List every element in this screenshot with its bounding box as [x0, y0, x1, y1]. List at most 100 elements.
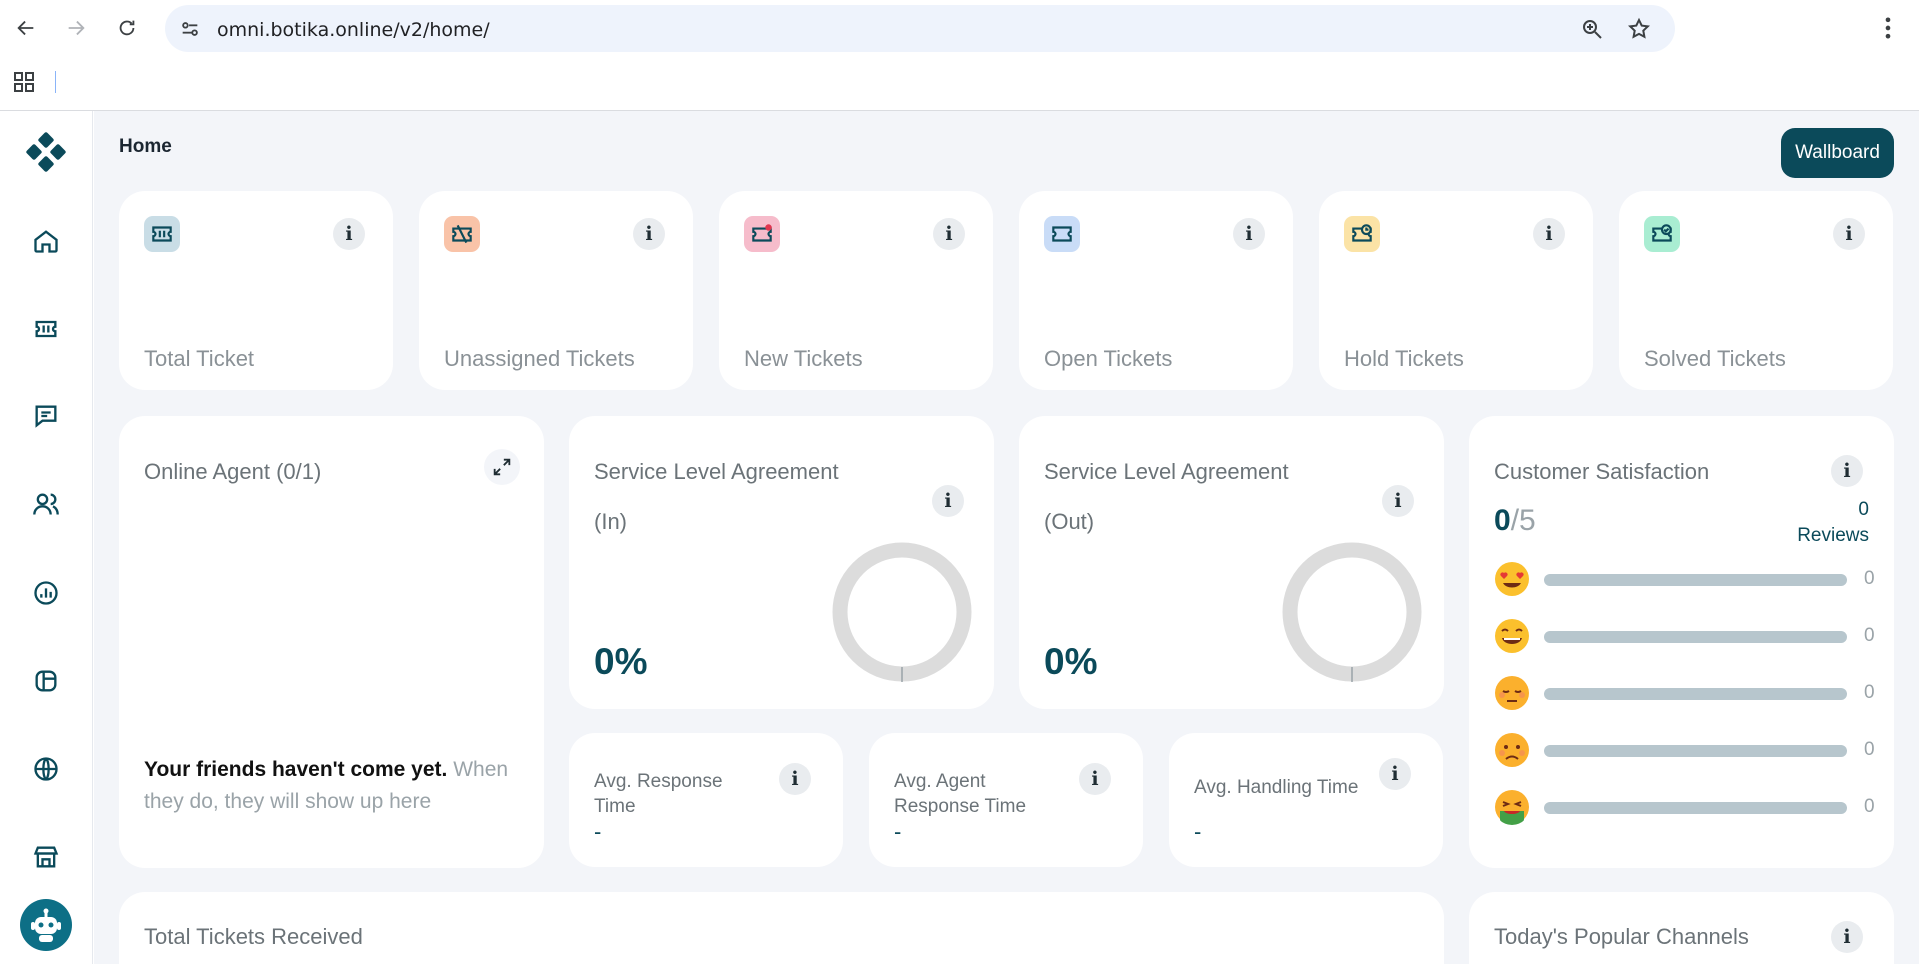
- csat-count: 0: [1864, 739, 1875, 760]
- stat-card-solved: i Solved Tickets 0: [1619, 191, 1893, 444]
- forward-icon[interactable]: [60, 12, 92, 44]
- back-icon[interactable]: [10, 12, 42, 44]
- total-tickets-received-card: Total Tickets Received: [119, 892, 1444, 964]
- apps-grid-icon[interactable]: [12, 70, 36, 94]
- sidebar-item-store[interactable]: [28, 839, 64, 875]
- csat-score-value: 0: [1494, 504, 1511, 537]
- info-icon[interactable]: i: [633, 218, 665, 250]
- sla-out-value: 0%: [1044, 641, 1098, 682]
- csat-count: 0: [1864, 796, 1875, 817]
- csat-title: Customer Satisfaction: [1494, 459, 1710, 484]
- botika-logo[interactable]: [25, 131, 67, 173]
- wallboard-button[interactable]: Wallboard: [1781, 128, 1894, 178]
- users-icon: [33, 493, 59, 515]
- csat-reviews: 0 Reviews: [1769, 497, 1869, 549]
- info-icon[interactable]: i: [1079, 763, 1111, 795]
- browser-toolbar: omni.botika.online/v2/home/: [0, 0, 1919, 56]
- bookmarks-bar: [0, 56, 1919, 111]
- sad-emoji-icon: [1495, 733, 1529, 767]
- ticket-icon: [144, 216, 180, 252]
- info-icon[interactable]: i: [1833, 218, 1865, 250]
- stat-label: Solved Tickets: [1644, 346, 1786, 371]
- stat-label: Open Tickets: [1044, 346, 1173, 371]
- sidebar-item-chat[interactable]: [28, 398, 64, 434]
- info-icon[interactable]: i: [779, 763, 811, 795]
- popular-channels-card: Today's Popular Channels i: [1469, 892, 1894, 964]
- zoom-icon[interactable]: [1580, 17, 1604, 41]
- browser-menu-icon[interactable]: [1874, 14, 1902, 42]
- globe-icon: [34, 757, 58, 781]
- csat-row: 0: [1494, 675, 1875, 715]
- new-ticket-icon: [744, 216, 780, 252]
- sidebar-item-home[interactable]: [28, 223, 64, 259]
- sla-out-subtitle: (Out): [1044, 509, 1095, 534]
- csat-row: 0: [1494, 732, 1875, 772]
- empty-message-bold: Your friends haven't come yet.: [144, 758, 448, 781]
- total-tickets-received-title: Total Tickets Received: [144, 924, 363, 949]
- metric-card-response-time: Avg. Response Time i -: [569, 733, 843, 867]
- info-icon[interactable]: i: [1533, 218, 1565, 250]
- online-agent-title: Online Agent (0/1): [144, 459, 322, 484]
- sla-in-title: Service Level Agreement: [594, 459, 839, 484]
- main-content: Home Wallboard i Total Ticket 0 i Unassi…: [94, 111, 1919, 964]
- stat-card-hold: i Hold Tickets 0: [1319, 191, 1593, 444]
- solved-ticket-icon: [1644, 216, 1680, 252]
- csat-count: 0: [1864, 682, 1875, 703]
- sidebar-item-contacts[interactable]: [28, 486, 64, 522]
- info-icon[interactable]: i: [1382, 485, 1414, 517]
- grinning-emoji-icon: [1495, 619, 1529, 653]
- csat-reviews-count: 0: [1858, 499, 1869, 520]
- sla-out-donut: [1282, 542, 1422, 682]
- stat-label: Unassigned Tickets: [444, 346, 635, 371]
- bookmark-star-icon[interactable]: [1627, 17, 1651, 41]
- sla-in-donut: [832, 542, 972, 682]
- unassigned-ticket-icon: [444, 216, 480, 252]
- stat-label: New Tickets: [744, 346, 863, 371]
- info-icon[interactable]: i: [932, 485, 964, 517]
- stat-card-unassigned: i Unassigned Tickets 0: [419, 191, 693, 444]
- popular-channels-title: Today's Popular Channels: [1494, 924, 1749, 949]
- stat-label: Total Ticket: [144, 346, 255, 371]
- site-settings-icon[interactable]: [179, 18, 201, 40]
- info-icon[interactable]: i: [933, 218, 965, 250]
- bot-avatar[interactable]: [20, 899, 72, 951]
- address-bar[interactable]: omni.botika.online/v2/home/: [165, 5, 1675, 52]
- stat-label: Hold Tickets: [1344, 346, 1464, 371]
- bookmarks-separator: [55, 71, 56, 93]
- sidebar-item-inbox[interactable]: [28, 663, 64, 699]
- customer-satisfaction-card: Customer Satisfaction i 0/5 0 Reviews 0: [1469, 416, 1894, 868]
- info-icon[interactable]: i: [333, 218, 365, 250]
- home-icon: [34, 230, 58, 253]
- robot-icon: [31, 908, 61, 942]
- sla-in-subtitle: (In): [594, 509, 627, 534]
- csat-row: 0: [1494, 789, 1875, 829]
- sidebar: [0, 111, 93, 964]
- stat-card-total: i Total Ticket 0: [119, 191, 393, 444]
- csat-row: 0: [1494, 618, 1875, 658]
- sidebar-item-web[interactable]: [28, 751, 64, 787]
- info-icon[interactable]: i: [1379, 758, 1411, 790]
- info-icon[interactable]: i: [1831, 455, 1863, 487]
- csat-row: 0: [1494, 561, 1875, 601]
- csat-reviews-label: Reviews: [1797, 525, 1869, 546]
- store-icon: [33, 846, 59, 868]
- reload-icon[interactable]: [111, 12, 143, 44]
- sidebar-item-tickets[interactable]: [28, 311, 64, 347]
- chat-icon: [35, 405, 57, 428]
- url-text[interactable]: omni.botika.online/v2/home/: [217, 19, 490, 41]
- csat-count: 0: [1864, 568, 1875, 589]
- ticket-icon: [35, 320, 57, 338]
- csat-score: 0/5: [1494, 504, 1536, 538]
- metric-card-agent-response-time: Avg. Agent Response Time i -: [869, 733, 1143, 867]
- csat-count: 0: [1864, 625, 1875, 646]
- info-icon[interactable]: i: [1233, 218, 1265, 250]
- neutral-emoji-icon: [1495, 676, 1529, 710]
- csat-bar: [1544, 802, 1847, 814]
- metric-value: -: [1194, 819, 1202, 844]
- online-agent-card: Online Agent (0/1) Your friends haven't …: [119, 416, 544, 868]
- info-icon[interactable]: i: [1831, 921, 1863, 953]
- metric-label: Avg. Agent Response Time: [894, 771, 1027, 817]
- page-title: Home: [119, 136, 172, 157]
- expand-icon[interactable]: [484, 449, 520, 485]
- sidebar-item-reports[interactable]: [28, 575, 64, 611]
